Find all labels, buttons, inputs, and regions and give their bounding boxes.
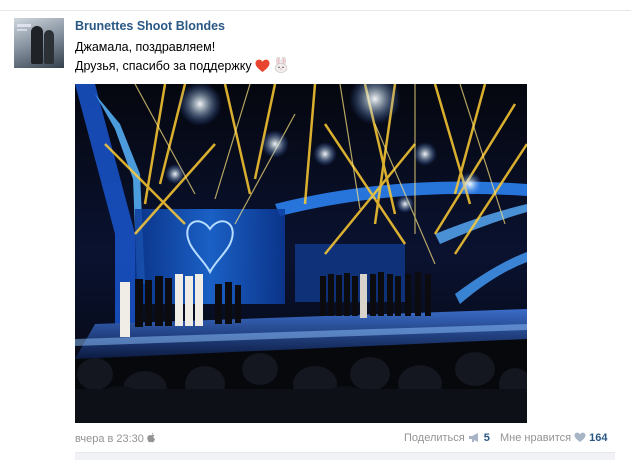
share-label: Поделиться: [404, 432, 465, 444]
like-button[interactable]: Мне нравится 164: [500, 432, 607, 446]
like-count: 164: [589, 432, 608, 444]
share-button[interactable]: Поделиться 5: [404, 432, 490, 446]
post-text-line2: Друзья, спасибо за поддержку: [75, 56, 289, 76]
heart-icon: [255, 59, 270, 76]
megaphone-icon: [468, 432, 481, 446]
avatar-text-decoration: [17, 24, 31, 27]
share-count: 5: [483, 432, 490, 444]
post-text-line2-content: Друзья, спасибо за поддержку: [75, 59, 252, 73]
post-photo[interactable]: [75, 84, 527, 423]
post-text-line1: Джамала, поздравляем!: [75, 40, 216, 54]
apple-icon: [147, 432, 156, 446]
heart-outline-icon: [574, 432, 586, 446]
author-name-link[interactable]: Brunettes Shoot Blondes: [75, 19, 225, 33]
avatar-text-decoration: [17, 29, 27, 31]
author-avatar[interactable]: [14, 18, 64, 68]
avatar-figure: [44, 30, 54, 64]
post-time[interactable]: вчера в 23:30: [75, 432, 156, 446]
post-time-text: вчера в 23:30: [75, 433, 144, 445]
top-divider: [0, 10, 631, 11]
avatar-figure: [31, 26, 43, 64]
like-label: Мне нравится: [500, 432, 572, 444]
rabbit-icon: [273, 56, 289, 76]
